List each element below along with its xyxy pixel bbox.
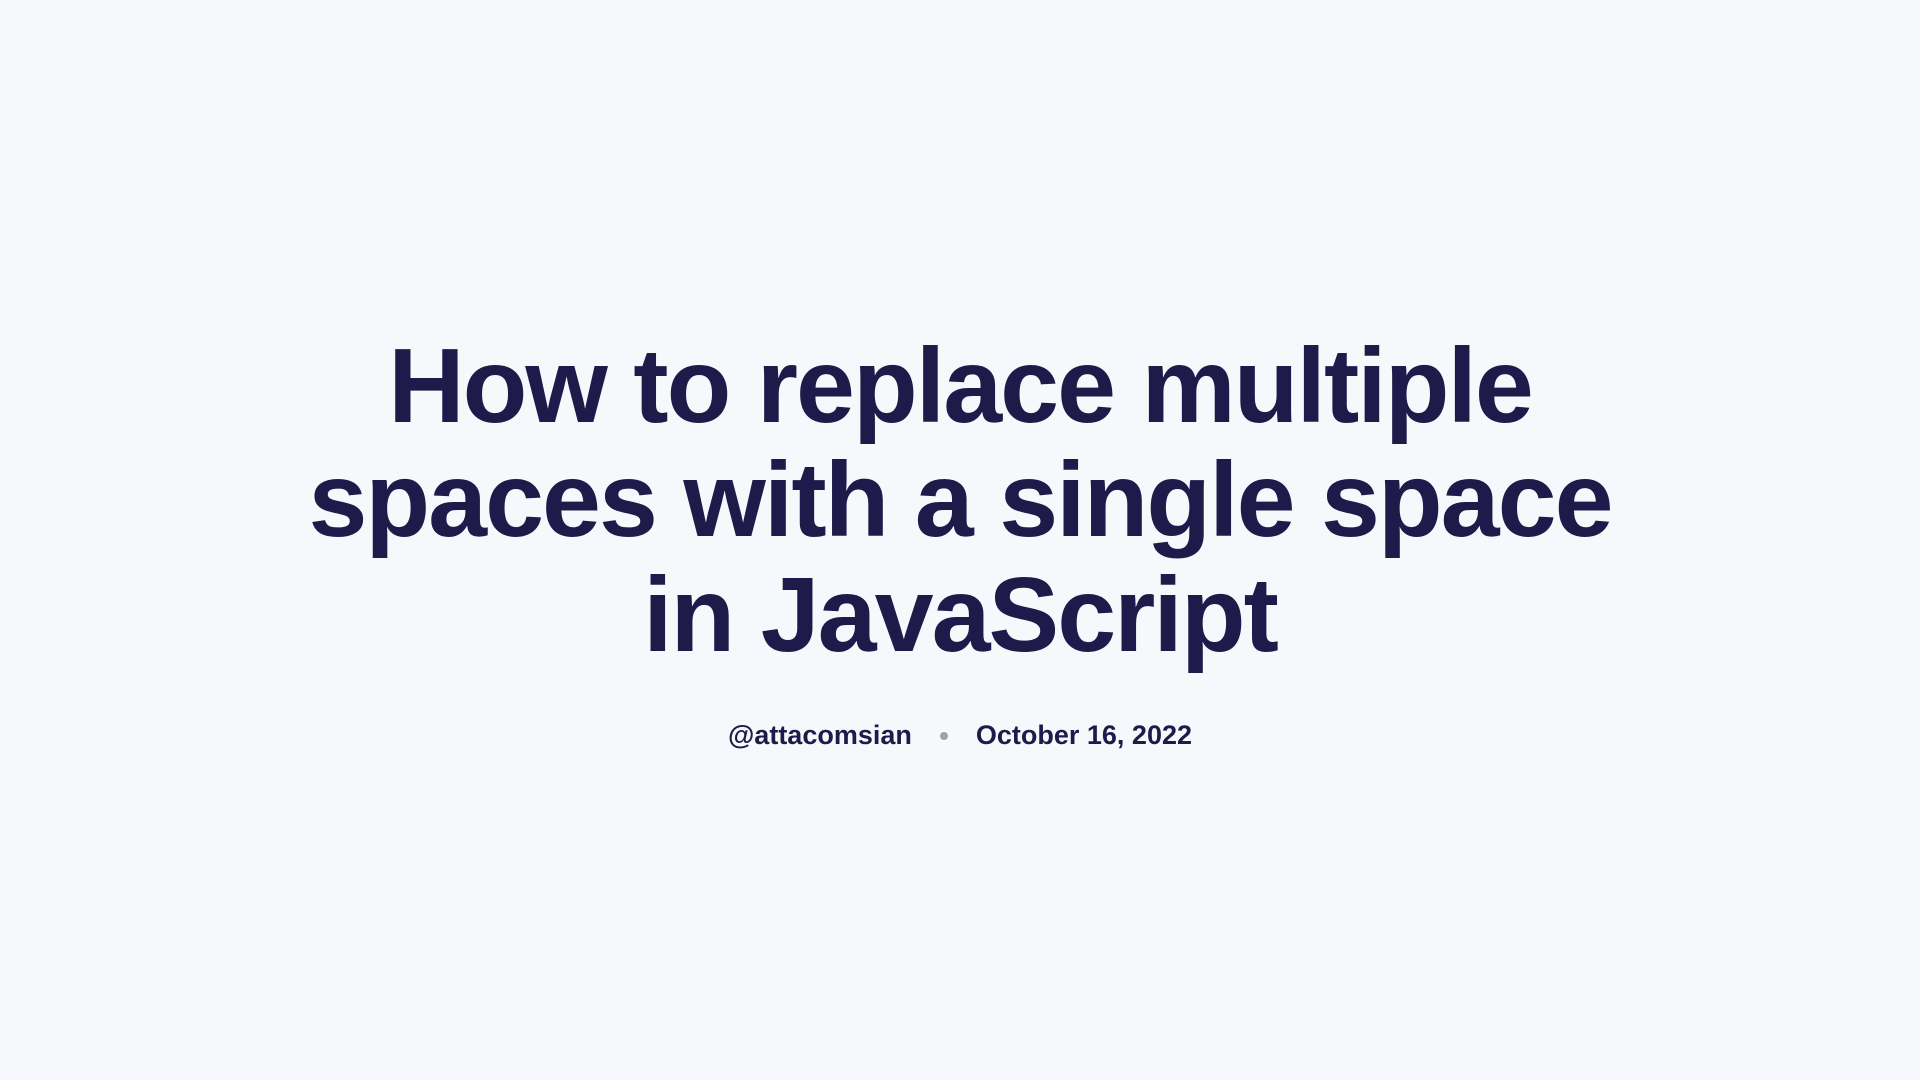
article-header: How to replace multiple spaces with a si…	[260, 329, 1660, 751]
article-date: October 16, 2022	[976, 720, 1192, 751]
article-title: How to replace multiple spaces with a si…	[300, 329, 1620, 672]
separator-dot-icon	[940, 732, 948, 740]
article-author[interactable]: @attacomsian	[728, 720, 912, 751]
article-meta: @attacomsian October 16, 2022	[300, 720, 1620, 751]
